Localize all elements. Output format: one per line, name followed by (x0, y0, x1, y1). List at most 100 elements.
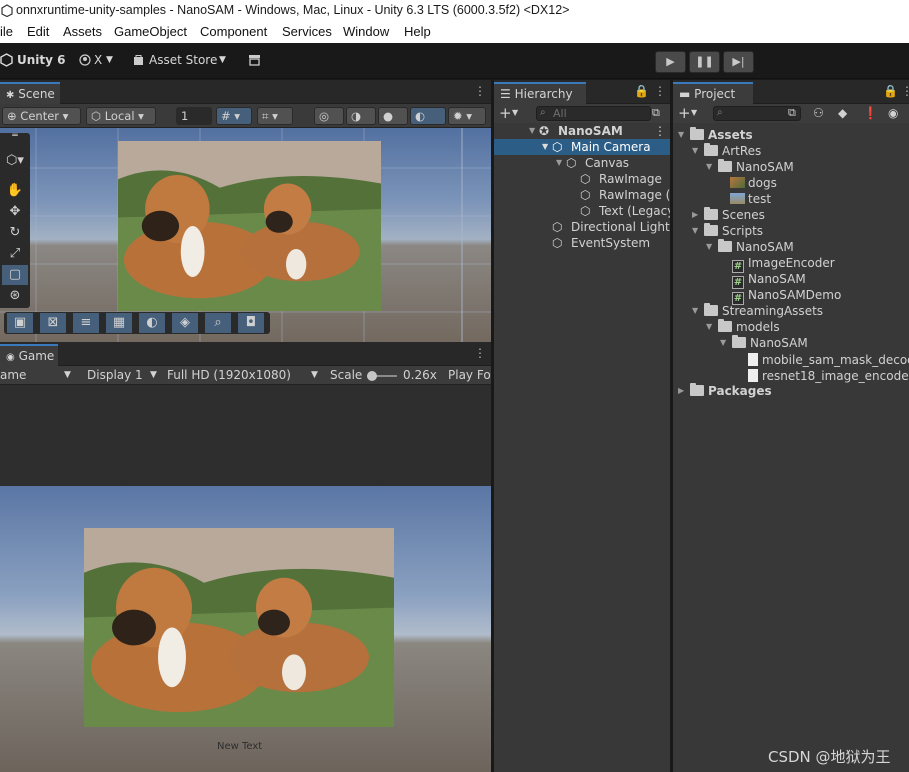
overlay-search-button[interactable]: ⌕ (205, 313, 231, 333)
plus-icon[interactable]: + (499, 105, 512, 121)
expand-arrow-icon[interactable]: ▼ (692, 223, 698, 239)
tree-item-rawimage[interactable]: ⬡ RawImage (494, 171, 670, 187)
more-icon[interactable]: ⋮ (474, 346, 486, 360)
user-dropdown[interactable]: X (94, 53, 102, 67)
project-item-artres[interactable]: ▼ ArtRes (673, 143, 909, 159)
expand-arrow-icon[interactable]: ▼ (720, 335, 726, 351)
scene-visibility-icon[interactable]: ⧉ (652, 105, 660, 121)
game-viewport[interactable]: New Text (0, 486, 491, 772)
step-button[interactable]: ▶| (723, 51, 754, 73)
project-item-models[interactable]: ▼ models (673, 319, 909, 335)
account-icon[interactable] (79, 54, 91, 66)
overlay-align-button[interactable]: ≡ (73, 313, 99, 333)
menu-help[interactable]: Help (404, 24, 431, 39)
eye-icon[interactable]: ◉ (888, 105, 898, 121)
project-item-dogs[interactable]: dogs (673, 175, 909, 191)
expand-arrow-icon[interactable]: ▼ (556, 155, 562, 171)
project-item-streamingassets[interactable]: ▼ StreamingAssets (673, 303, 909, 319)
expand-arrow-icon[interactable]: ▼ (678, 127, 684, 143)
project-item-models-nanosam[interactable]: ▼ NanoSAM (673, 335, 909, 351)
scale-tool[interactable]: ⤢ (2, 244, 28, 264)
collapse-arrow-icon[interactable]: ▶ (692, 207, 698, 223)
project-item-scenes[interactable]: ▶ Scenes (673, 207, 909, 223)
resolution-dropdown[interactable]: Full HD (1920x1080) (167, 367, 291, 383)
rotate-tool[interactable]: ↻ (2, 223, 28, 243)
menu-window[interactable]: Window (343, 24, 389, 39)
game-view-dropdown[interactable]: ame (0, 367, 26, 383)
shaded-wire-toggle[interactable]: ◑ (346, 107, 376, 125)
menu-component[interactable]: Component (200, 24, 267, 39)
overlay-layers-button[interactable]: ◈ (172, 313, 198, 333)
tree-item-main-camera[interactable]: ▼ ⬡ Main Camera (494, 139, 670, 155)
play-focused-dropdown[interactable]: Play Foc (448, 367, 497, 383)
menu-file[interactable]: ile (0, 24, 13, 39)
hand-tool[interactable]: ✋ (2, 181, 28, 201)
tree-item-canvas[interactable]: ▼ ⬡ Canvas (494, 155, 670, 171)
palette-handle[interactable]: ═ (2, 132, 28, 141)
overlay-sprite-button[interactable]: ⊠ (40, 313, 66, 333)
more-icon[interactable]: ⋮ (474, 84, 486, 98)
grid-size-input[interactable]: 1 (176, 107, 212, 125)
project-item-artres-nanosam[interactable]: ▼ NanoSAM (673, 159, 909, 175)
transform-tool[interactable]: ⊛ (2, 286, 28, 306)
project-item-mask-decoder[interactable]: mobile_sam_mask_decode (673, 351, 909, 367)
tree-item-eventsystem[interactable]: ⬡ EventSystem (494, 235, 670, 251)
warning-icon[interactable]: ❗ (863, 105, 878, 121)
play-button[interactable]: ▶ (655, 51, 686, 73)
lock-icon[interactable]: 🔒 (883, 84, 898, 98)
project-item-test[interactable]: test (673, 191, 909, 207)
expand-arrow-icon[interactable]: ▼ (706, 239, 712, 255)
search-by-type-icon[interactable]: ⧉ (788, 105, 796, 121)
overlay-rect-button[interactable]: ▣ (7, 313, 33, 333)
tab-scene[interactable]: ✱ Scene (0, 82, 60, 104)
account-label[interactable]: Unity 6 (17, 53, 66, 67)
overlay-light-button[interactable]: ◐ (139, 313, 165, 333)
move-tool[interactable]: ✥ (2, 202, 28, 222)
scale-slider-handle[interactable] (367, 371, 377, 381)
dogs-image[interactable] (118, 141, 381, 311)
overlay-camera-button[interactable]: ◘ (238, 313, 264, 333)
project-item-nanosam-script[interactable]: # NanoSAM (673, 271, 909, 289)
tree-item-rawimage-1[interactable]: ⬡ RawImage (1 (494, 187, 670, 203)
more-icon[interactable]: ⋮ (901, 84, 909, 98)
wireframe-toggle[interactable]: ◎ (314, 107, 344, 125)
unlit-toggle[interactable]: ● (378, 107, 408, 125)
space-dropdown[interactable]: ⬡ Local ▾ (86, 107, 156, 125)
plus-icon[interactable]: + (678, 105, 691, 121)
project-item-scripts-nanosam[interactable]: ▼ NanoSAM (673, 239, 909, 255)
shaded-toggle[interactable]: ◐ (410, 107, 446, 125)
project-item-imageencoder[interactable]: # ImageEncoder (673, 255, 909, 273)
more-icon[interactable]: ⋮ (654, 123, 666, 139)
project-item-nanosamdemo[interactable]: # NanoSAMDemo (673, 287, 909, 305)
display-dropdown[interactable]: Display 1 (87, 367, 143, 383)
menu-services[interactable]: Services (282, 24, 332, 39)
pause-button[interactable]: ❚❚ (689, 51, 720, 73)
scene-viewport[interactable]: ═ ⬡▾ ✋ ✥ ↻ ⤢ ▢ ⊛ ▣ ⊠ ≡ ▦ ◐ ◈ ⌕ ◘ (0, 128, 491, 342)
tab-project[interactable]: ▬ Project (673, 82, 753, 104)
menu-assets[interactable]: Assets (63, 24, 102, 39)
hierarchy-search-input[interactable]: ⌕ All (536, 106, 651, 121)
grid-snap-toggle[interactable]: # ▾ (216, 107, 252, 125)
expand-arrow-icon[interactable]: ▼ (529, 123, 535, 139)
expand-arrow-icon[interactable]: ▼ (542, 139, 548, 155)
label-icon[interactable]: ◆ (838, 105, 847, 121)
expand-arrow-icon[interactable]: ▼ (692, 143, 698, 159)
expand-arrow-icon[interactable]: ▼ (692, 303, 698, 319)
menu-gameobject[interactable]: GameObject (114, 24, 187, 39)
project-item-scripts[interactable]: ▼ Scripts (673, 223, 909, 239)
project-item-image-encoder-model[interactable]: resnet18_image_encoder (673, 367, 909, 383)
lock-icon[interactable]: 🔒 (634, 84, 649, 98)
menu-edit[interactable]: Edit (27, 24, 49, 39)
tree-item-nanosam-scene[interactable]: ▼ ✪ NanoSAM ⋮ (494, 123, 670, 139)
view-options-dropdown[interactable]: ⬡▾ (2, 151, 28, 171)
tab-game[interactable]: ◉ Game (0, 344, 58, 366)
expand-arrow-icon[interactable]: ▼ (706, 319, 712, 335)
filter-type-icon[interactable]: ⚇ (813, 105, 824, 121)
more-icon[interactable]: ⋮ (654, 84, 666, 98)
tree-item-text-legacy[interactable]: ⬡ Text (Legacy (494, 203, 670, 219)
asset-store-button[interactable]: Asset Store (149, 53, 217, 67)
collapse-arrow-icon[interactable]: ▶ (678, 383, 684, 399)
project-item-assets[interactable]: ▼ Assets (673, 127, 909, 143)
gizmos-dropdown[interactable]: ✹ ▾ (448, 107, 486, 125)
layers-icon[interactable] (248, 54, 261, 66)
